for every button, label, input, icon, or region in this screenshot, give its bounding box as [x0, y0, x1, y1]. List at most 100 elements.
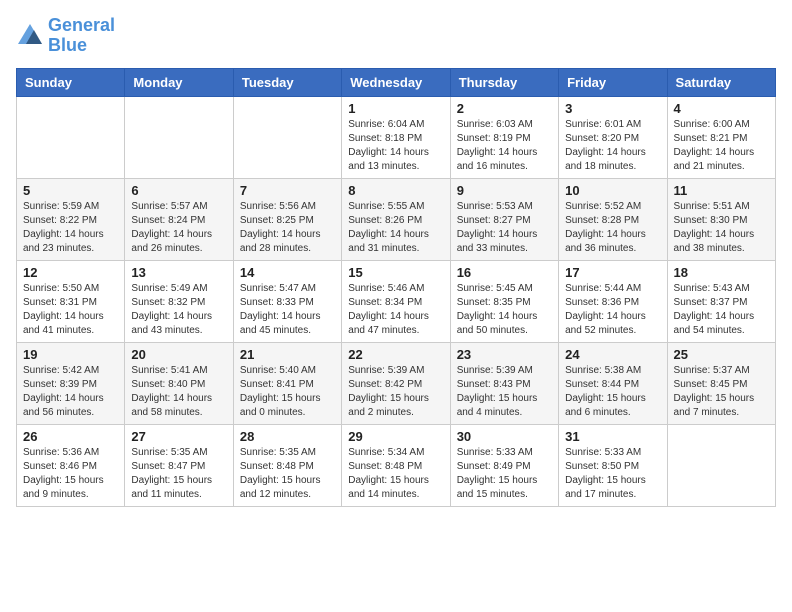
day-info: Sunrise: 5:38 AM Sunset: 8:44 PM Dayligh… [565, 364, 660, 420]
day-number: 22 [348, 347, 443, 362]
day-info: Sunrise: 5:43 AM Sunset: 8:37 PM Dayligh… [674, 282, 769, 338]
day-info: Sunrise: 5:39 AM Sunset: 8:43 PM Dayligh… [457, 364, 552, 420]
logo-text: General Blue [48, 16, 115, 56]
day-info: Sunrise: 5:55 AM Sunset: 8:26 PM Dayligh… [348, 200, 443, 256]
calendar-cell: 14 Sunrise: 5:47 AM Sunset: 8:33 PM Dayli… [233, 260, 341, 342]
day-info: Sunrise: 5:52 AM Sunset: 8:28 PM Dayligh… [565, 200, 660, 256]
day-info: Sunrise: 6:03 AM Sunset: 8:19 PM Dayligh… [457, 118, 552, 174]
day-number: 3 [565, 101, 660, 116]
calendar-cell: 16 Sunrise: 5:45 AM Sunset: 8:35 PM Dayli… [450, 260, 558, 342]
day-info: Sunrise: 5:36 AM Sunset: 8:46 PM Dayligh… [23, 446, 118, 502]
day-number: 8 [348, 183, 443, 198]
day-of-week-header: Monday [125, 68, 233, 96]
calendar-cell: 10 Sunrise: 5:52 AM Sunset: 8:28 PM Dayli… [559, 178, 667, 260]
day-info: Sunrise: 5:46 AM Sunset: 8:34 PM Dayligh… [348, 282, 443, 338]
calendar-week-row: 5Sunrise: 5:59 AM Sunset: 8:22 PM Daylig… [17, 178, 776, 260]
day-number: 27 [131, 429, 226, 444]
calendar-cell: 28 Sunrise: 5:35 AM Sunset: 8:48 PM Dayli… [233, 424, 341, 506]
calendar-cell: 18 Sunrise: 5:43 AM Sunset: 8:37 PM Dayli… [667, 260, 775, 342]
calendar-cell: 12 Sunrise: 5:50 AM Sunset: 8:31 PM Dayli… [17, 260, 125, 342]
day-number: 13 [131, 265, 226, 280]
calendar-cell: 19 Sunrise: 5:42 AM Sunset: 8:39 PM Dayli… [17, 342, 125, 424]
day-number: 31 [565, 429, 660, 444]
day-info: Sunrise: 5:35 AM Sunset: 8:47 PM Dayligh… [131, 446, 226, 502]
day-info: Sunrise: 6:04 AM Sunset: 8:18 PM Dayligh… [348, 118, 443, 174]
day-info: Sunrise: 5:33 AM Sunset: 8:50 PM Dayligh… [565, 446, 660, 502]
calendar-cell: 20Sunrise: 5:41 AM Sunset: 8:40 PM Dayli… [125, 342, 233, 424]
day-number: 29 [348, 429, 443, 444]
day-info: Sunrise: 5:47 AM Sunset: 8:33 PM Dayligh… [240, 282, 335, 338]
calendar-cell: 24 Sunrise: 5:38 AM Sunset: 8:44 PM Dayli… [559, 342, 667, 424]
calendar-cell: 4 Sunrise: 6:00 AM Sunset: 8:21 PM Daylig… [667, 96, 775, 178]
day-info: Sunrise: 5:35 AM Sunset: 8:48 PM Dayligh… [240, 446, 335, 502]
day-number: 10 [565, 183, 660, 198]
calendar-cell: 25 Sunrise: 5:37 AM Sunset: 8:45 PM Dayli… [667, 342, 775, 424]
day-info: Sunrise: 5:41 AM Sunset: 8:40 PM Dayligh… [131, 364, 226, 420]
calendar-cell: 21 Sunrise: 5:40 AM Sunset: 8:41 PM Dayli… [233, 342, 341, 424]
calendar-cell: 15 Sunrise: 5:46 AM Sunset: 8:34 PM Dayli… [342, 260, 450, 342]
calendar-week-row: 26Sunrise: 5:36 AM Sunset: 8:46 PM Dayli… [17, 424, 776, 506]
day-info: Sunrise: 5:34 AM Sunset: 8:48 PM Dayligh… [348, 446, 443, 502]
calendar-cell: 1 Sunrise: 6:04 AM Sunset: 8:18 PM Daylig… [342, 96, 450, 178]
day-number: 17 [565, 265, 660, 280]
day-info: Sunrise: 6:00 AM Sunset: 8:21 PM Dayligh… [674, 118, 769, 174]
calendar-cell [233, 96, 341, 178]
day-number: 1 [348, 101, 443, 116]
day-number: 21 [240, 347, 335, 362]
day-info: Sunrise: 5:42 AM Sunset: 8:39 PM Dayligh… [23, 364, 118, 420]
day-info: Sunrise: 5:37 AM Sunset: 8:45 PM Dayligh… [674, 364, 769, 420]
calendar-cell [125, 96, 233, 178]
day-number: 23 [457, 347, 552, 362]
day-info: Sunrise: 5:53 AM Sunset: 8:27 PM Dayligh… [457, 200, 552, 256]
calendar-cell: 26Sunrise: 5:36 AM Sunset: 8:46 PM Dayli… [17, 424, 125, 506]
day-of-week-header: Wednesday [342, 68, 450, 96]
day-info: Sunrise: 5:50 AM Sunset: 8:31 PM Dayligh… [23, 282, 118, 338]
day-number: 24 [565, 347, 660, 362]
day-number: 16 [457, 265, 552, 280]
calendar-cell: 5Sunrise: 5:59 AM Sunset: 8:22 PM Daylig… [17, 178, 125, 260]
calendar-table: SundayMondayTuesdayWednesdayThursdayFrid… [16, 68, 776, 507]
day-number: 6 [131, 183, 226, 198]
day-info: Sunrise: 5:49 AM Sunset: 8:32 PM Dayligh… [131, 282, 226, 338]
day-info: Sunrise: 5:33 AM Sunset: 8:49 PM Dayligh… [457, 446, 552, 502]
calendar-cell: 29 Sunrise: 5:34 AM Sunset: 8:48 PM Dayli… [342, 424, 450, 506]
calendar-cell: 3Sunrise: 6:01 AM Sunset: 8:20 PM Daylig… [559, 96, 667, 178]
day-info: Sunrise: 5:45 AM Sunset: 8:35 PM Dayligh… [457, 282, 552, 338]
calendar-cell: 11Sunrise: 5:51 AM Sunset: 8:30 PM Dayli… [667, 178, 775, 260]
day-number: 19 [23, 347, 118, 362]
day-info: Sunrise: 5:59 AM Sunset: 8:22 PM Dayligh… [23, 200, 118, 256]
calendar-cell: 23 Sunrise: 5:39 AM Sunset: 8:43 PM Dayli… [450, 342, 558, 424]
calendar-cell: 6 Sunrise: 5:57 AM Sunset: 8:24 PM Daylig… [125, 178, 233, 260]
calendar-week-row: 1 Sunrise: 6:04 AM Sunset: 8:18 PM Daylig… [17, 96, 776, 178]
day-number: 12 [23, 265, 118, 280]
day-number: 14 [240, 265, 335, 280]
calendar-cell: 22Sunrise: 5:39 AM Sunset: 8:42 PM Dayli… [342, 342, 450, 424]
calendar-cell [667, 424, 775, 506]
day-info: Sunrise: 5:51 AM Sunset: 8:30 PM Dayligh… [674, 200, 769, 256]
day-of-week-header: Thursday [450, 68, 558, 96]
calendar-header-row: SundayMondayTuesdayWednesdayThursdayFrid… [17, 68, 776, 96]
day-info: Sunrise: 5:57 AM Sunset: 8:24 PM Dayligh… [131, 200, 226, 256]
calendar-cell: 17 Sunrise: 5:44 AM Sunset: 8:36 PM Dayli… [559, 260, 667, 342]
calendar-cell: 31 Sunrise: 5:33 AM Sunset: 8:50 PM Dayli… [559, 424, 667, 506]
day-of-week-header: Saturday [667, 68, 775, 96]
day-number: 28 [240, 429, 335, 444]
calendar-cell: 13 Sunrise: 5:49 AM Sunset: 8:32 PM Dayli… [125, 260, 233, 342]
day-of-week-header: Sunday [17, 68, 125, 96]
day-of-week-header: Friday [559, 68, 667, 96]
logo-icon [16, 22, 44, 50]
day-number: 18 [674, 265, 769, 280]
day-number: 4 [674, 101, 769, 116]
calendar-cell: 2 Sunrise: 6:03 AM Sunset: 8:19 PM Daylig… [450, 96, 558, 178]
day-number: 15 [348, 265, 443, 280]
calendar-cell: 30 Sunrise: 5:33 AM Sunset: 8:49 PM Dayli… [450, 424, 558, 506]
day-info: Sunrise: 5:40 AM Sunset: 8:41 PM Dayligh… [240, 364, 335, 420]
day-info: Sunrise: 5:44 AM Sunset: 8:36 PM Dayligh… [565, 282, 660, 338]
calendar-week-row: 12 Sunrise: 5:50 AM Sunset: 8:31 PM Dayli… [17, 260, 776, 342]
day-number: 30 [457, 429, 552, 444]
day-number: 25 [674, 347, 769, 362]
day-number: 9 [457, 183, 552, 198]
calendar-cell: 27 Sunrise: 5:35 AM Sunset: 8:47 PM Dayli… [125, 424, 233, 506]
day-number: 2 [457, 101, 552, 116]
day-info: Sunrise: 5:56 AM Sunset: 8:25 PM Dayligh… [240, 200, 335, 256]
